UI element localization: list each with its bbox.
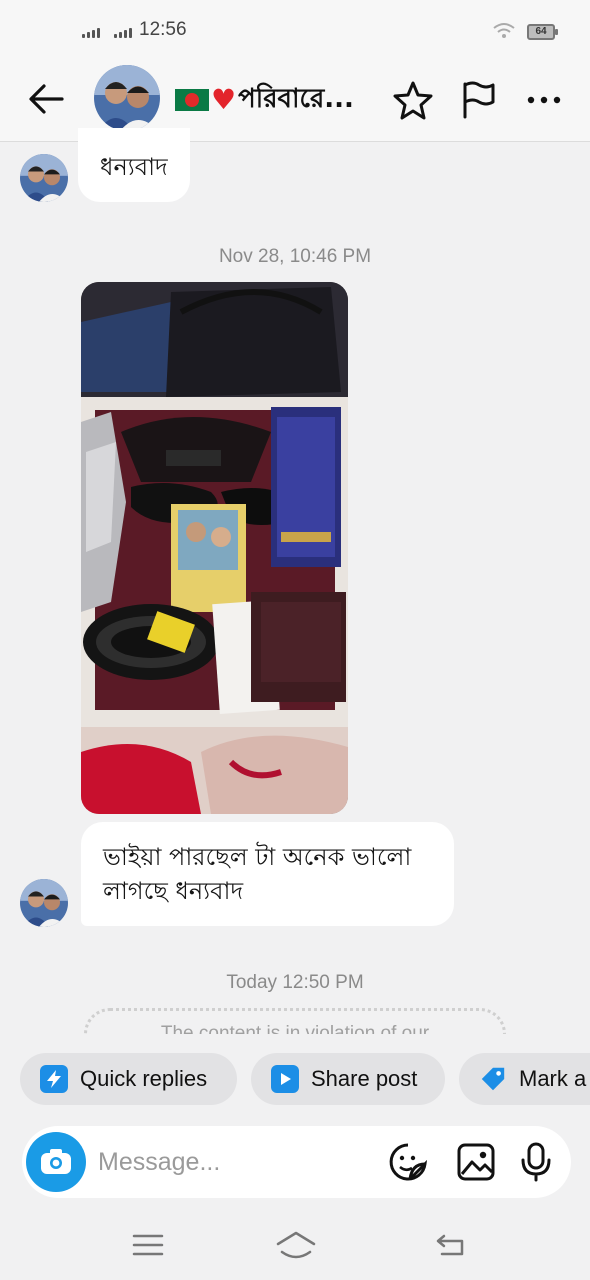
sticker-icon[interactable] <box>388 1142 428 1182</box>
quick-replies-chip[interactable]: Quick replies <box>20 1053 237 1105</box>
heart-icon: ♥ <box>211 83 237 116</box>
message-photo[interactable] <box>81 282 348 814</box>
message-bubble[interactable]: ভাইয়া পারছেল টা অনেক ভালো লাগছে ধন্যবাদ <box>81 822 454 926</box>
more-icon[interactable] <box>524 80 564 120</box>
chat-title-text: পরিবারে... <box>238 84 354 114</box>
message-text: ধন্যবাদ <box>100 153 168 181</box>
sender-avatar[interactable] <box>20 154 68 202</box>
message-bubble[interactable]: ধন্যবাদ <box>78 128 190 202</box>
battery-icon: 64 <box>527 24 558 40</box>
chat-title[interactable]: ♥ পরিবারে... <box>175 82 375 118</box>
home-icon[interactable] <box>274 1230 318 1264</box>
message-text-line-2: লাগছে ধন্যবাদ <box>103 877 244 905</box>
share-post-chip[interactable]: Share post <box>251 1053 445 1105</box>
signal-2-icon <box>114 28 132 38</box>
flag-icon[interactable] <box>459 80 499 120</box>
wifi-icon <box>492 22 516 44</box>
tag-icon <box>479 1065 507 1093</box>
gallery-icon[interactable] <box>456 1142 496 1182</box>
status-bar: 12:56 64 <box>0 0 590 62</box>
menu-icon[interactable] <box>131 1230 171 1264</box>
quick-actions-bar: Quick replies Share post Mark a <box>0 1034 590 1122</box>
microphone-icon[interactable] <box>516 1142 556 1182</box>
avatar[interactable] <box>94 65 160 131</box>
chip-label: Share post <box>311 1066 418 1091</box>
chip-label: Quick replies <box>80 1066 208 1091</box>
chip-label: Mark a <box>519 1066 587 1091</box>
back-nav-icon[interactable] <box>434 1230 474 1264</box>
message-timestamp: Nov 28, 10:46 PM <box>218 246 372 267</box>
bangladesh-flag-icon <box>175 89 209 111</box>
back-arrow-icon[interactable] <box>26 82 66 116</box>
message-text-line-1: ভাইয়া পারছেল টা অনেক ভালো <box>103 843 412 871</box>
lightning-icon <box>40 1065 68 1093</box>
message-timestamp: Today 12:50 PM <box>226 972 364 993</box>
system-nav-bar <box>0 1210 590 1280</box>
status-time: 12:56 <box>139 19 187 40</box>
message-composer <box>22 1126 571 1198</box>
message-input[interactable] <box>98 1142 298 1182</box>
sender-avatar[interactable] <box>20 879 68 927</box>
signal-1-icon <box>82 28 100 38</box>
mark-as-chip[interactable]: Mark a <box>459 1053 590 1105</box>
star-icon[interactable] <box>393 80 433 120</box>
camera-icon[interactable] <box>26 1132 86 1192</box>
play-icon <box>271 1065 299 1093</box>
